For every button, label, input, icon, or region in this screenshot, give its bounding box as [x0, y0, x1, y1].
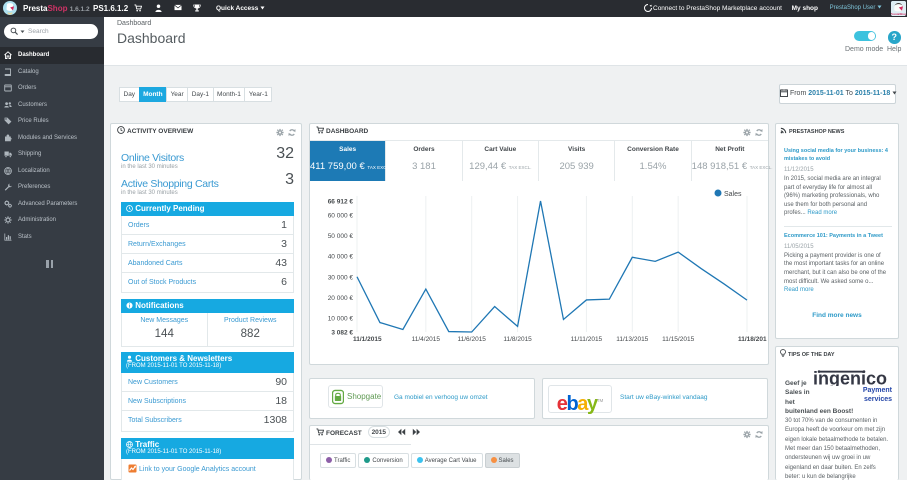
svg-text:PrestaShop: PrestaShop [891, 12, 906, 16]
svg-text:11/8/2015: 11/8/2015 [503, 336, 532, 343]
svg-text:11/15/2015: 11/15/2015 [662, 336, 694, 343]
svg-text:66 912 €: 66 912 € [328, 199, 354, 206]
svg-text:11/6/2015: 11/6/2015 [457, 336, 486, 343]
svg-text:Sales: Sales [724, 191, 742, 198]
svg-text:3 082 €: 3 082 € [331, 330, 353, 337]
svg-text:11/13/2015: 11/13/2015 [616, 336, 648, 343]
svg-text:11/4/2015: 11/4/2015 [412, 336, 441, 343]
svg-text:50 000 €: 50 000 € [328, 233, 354, 240]
svg-text:20 000 €: 20 000 € [328, 295, 354, 302]
svg-text:11/11/2015: 11/11/2015 [571, 336, 603, 343]
svg-text:40 000 €: 40 000 € [328, 254, 354, 261]
svg-text:30 000 €: 30 000 € [328, 274, 354, 281]
svg-text:11/1/2015: 11/1/2015 [353, 336, 382, 343]
svg-text:60 000 €: 60 000 € [328, 213, 354, 220]
svg-text:11/18/201: 11/18/201 [738, 336, 767, 343]
svg-text:10 000 €: 10 000 € [328, 315, 354, 322]
